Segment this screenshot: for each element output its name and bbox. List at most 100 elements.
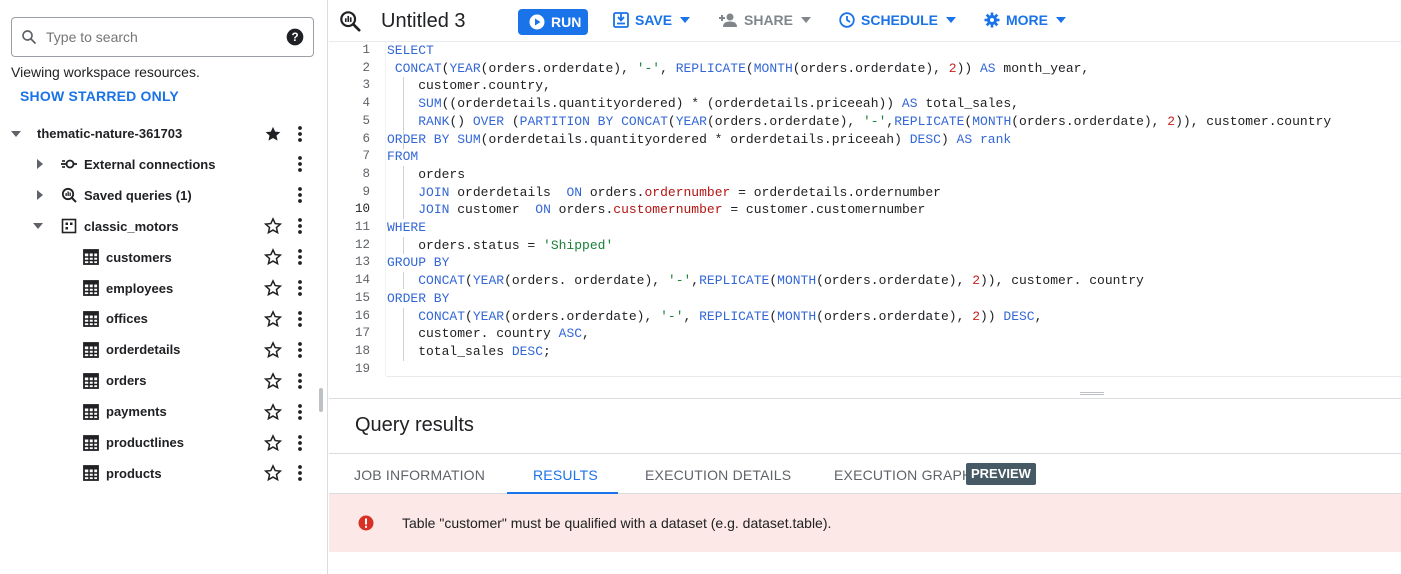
save-icon [613, 12, 629, 28]
tree-row-table[interactable]: orders [0, 365, 320, 396]
more-vert-icon[interactable] [292, 403, 308, 421]
explorer-panel: ? Viewing workspace resources. SHOW STAR… [0, 0, 328, 574]
table-name: products [106, 465, 162, 481]
tree-row-table[interactable]: productlines [0, 427, 320, 458]
editor-toolbar: Untitled 3 RUN SAVE SHARE SCHEDULE MORE [329, 0, 1401, 42]
run-button[interactable]: RUN [518, 9, 588, 35]
indent-guide [403, 77, 404, 149]
tab-results[interactable]: RESULTS [533, 467, 598, 483]
more-vert-icon[interactable] [292, 372, 308, 390]
chevron-down-icon [801, 17, 812, 23]
code-text: ORDER BY SUM(orderdetails.quantityordere… [387, 131, 1012, 147]
chevron-down-icon [946, 17, 957, 23]
tree-row-dataset-classic-motors[interactable]: classic_motors [0, 211, 320, 242]
save-button[interactable]: SAVE [613, 12, 691, 28]
chevron-down-icon [1056, 17, 1066, 23]
tree-row-table[interactable]: offices [0, 303, 320, 334]
star-outline-icon[interactable] [264, 464, 282, 482]
more-vert-icon[interactable] [292, 217, 308, 235]
tree-row-table[interactable]: products [0, 458, 320, 489]
table-icon [83, 372, 99, 389]
line-number: 14 [354, 273, 370, 288]
line-number: 16 [354, 308, 370, 323]
table-icon [83, 280, 99, 296]
tree-row-saved-queries[interactable]: Saved queries (1) [0, 180, 320, 211]
more-vert-icon[interactable] [292, 464, 308, 482]
more-vert-icon[interactable] [292, 186, 308, 204]
more-vert-icon[interactable] [292, 248, 308, 266]
caret-right-icon[interactable] [34, 158, 46, 170]
more-vert-icon[interactable] [292, 155, 308, 173]
saved-query-icon [61, 188, 77, 204]
tab-execution-details[interactable]: EXECUTION DETAILS [645, 467, 791, 483]
line-number: 5 [362, 113, 370, 128]
star-outline-icon[interactable] [264, 433, 282, 452]
star-outline-icon[interactable] [264, 248, 282, 266]
viewing-text: Viewing workspace resources. [11, 64, 200, 80]
code-text: ORDER BY [387, 290, 450, 306]
tree-row-table[interactable]: employees [0, 273, 320, 304]
table-name: offices [106, 311, 148, 327]
more-vert-icon[interactable] [292, 125, 308, 143]
svg-text:?: ? [291, 31, 298, 44]
play-icon [529, 14, 545, 30]
search-input[interactable] [46, 29, 285, 45]
search-box[interactable]: ? [11, 17, 314, 57]
star-outline-icon[interactable] [264, 340, 282, 359]
table-icon [83, 249, 99, 265]
indent-guide [403, 237, 404, 254]
line-number: 18 [354, 343, 370, 358]
tab-job-information[interactable]: JOB INFORMATION [354, 467, 485, 483]
star-outline-icon[interactable] [264, 402, 282, 421]
tree-row-project[interactable]: thematic-nature-361703 [0, 118, 320, 149]
table-icon [83, 310, 99, 327]
more-vert-icon[interactable] [292, 310, 308, 328]
tree-row-table[interactable]: orderdetails [0, 334, 320, 365]
more-button[interactable]: MORE [984, 12, 1066, 28]
query-title[interactable]: Untitled 3 [381, 10, 466, 33]
code-text: customer.country, [387, 78, 551, 94]
project-name: thematic-nature-361703 [37, 126, 183, 141]
clock-icon [839, 12, 855, 28]
line-number: 8 [362, 166, 370, 181]
schedule-button[interactable]: SCHEDULE [839, 12, 957, 28]
line-number: 7 [362, 149, 370, 164]
line-number: 4 [362, 96, 370, 111]
panel-resize-handle[interactable] [319, 388, 323, 412]
tree-row-external-connections[interactable]: External connections [0, 149, 320, 180]
sql-editor[interactable]: 1 SELECT 2 CONCAT(YEAR(orders.orderdate),… [329, 42, 1401, 376]
star-outline-icon[interactable] [264, 279, 282, 297]
indent-guide [403, 166, 404, 219]
star-filled-icon[interactable] [264, 125, 282, 143]
pane-divider [329, 398, 1401, 399]
caret-down-icon[interactable] [32, 220, 44, 232]
line-number: 6 [362, 131, 370, 146]
more-vert-icon[interactable] [292, 341, 308, 359]
help-icon[interactable]: ? [285, 27, 305, 47]
more-label: MORE [1006, 12, 1048, 28]
indent-guide [403, 308, 404, 361]
share-button[interactable]: SHARE [718, 12, 812, 28]
caret-down-icon[interactable] [10, 128, 22, 140]
tree-row-table[interactable]: payments [0, 396, 320, 427]
more-vert-icon[interactable] [292, 434, 308, 452]
star-outline-icon[interactable] [264, 217, 282, 235]
error-icon [358, 515, 374, 531]
editor-bottom-border [386, 376, 1401, 377]
line-number: 17 [354, 326, 370, 341]
tree-item-label: External connections [84, 156, 216, 172]
star-outline-icon[interactable] [264, 309, 282, 328]
tree-row-table[interactable]: customers [0, 242, 320, 273]
caret-right-icon[interactable] [34, 189, 46, 201]
star-outline-icon[interactable] [264, 371, 282, 390]
table-icon [83, 403, 99, 420]
search-icon [22, 30, 36, 44]
tab-execution-graph[interactable]: EXECUTION GRAPH [834, 467, 972, 483]
query-results-title: Query results [355, 414, 474, 436]
table-icon [83, 341, 99, 358]
editor-resize-handle[interactable] [1080, 392, 1104, 395]
more-vert-icon[interactable] [292, 279, 308, 297]
preview-badge: PREVIEW [966, 463, 1036, 485]
tree-item-label: classic_motors [84, 218, 179, 234]
show-starred-button[interactable]: SHOW STARRED ONLY [20, 88, 179, 104]
